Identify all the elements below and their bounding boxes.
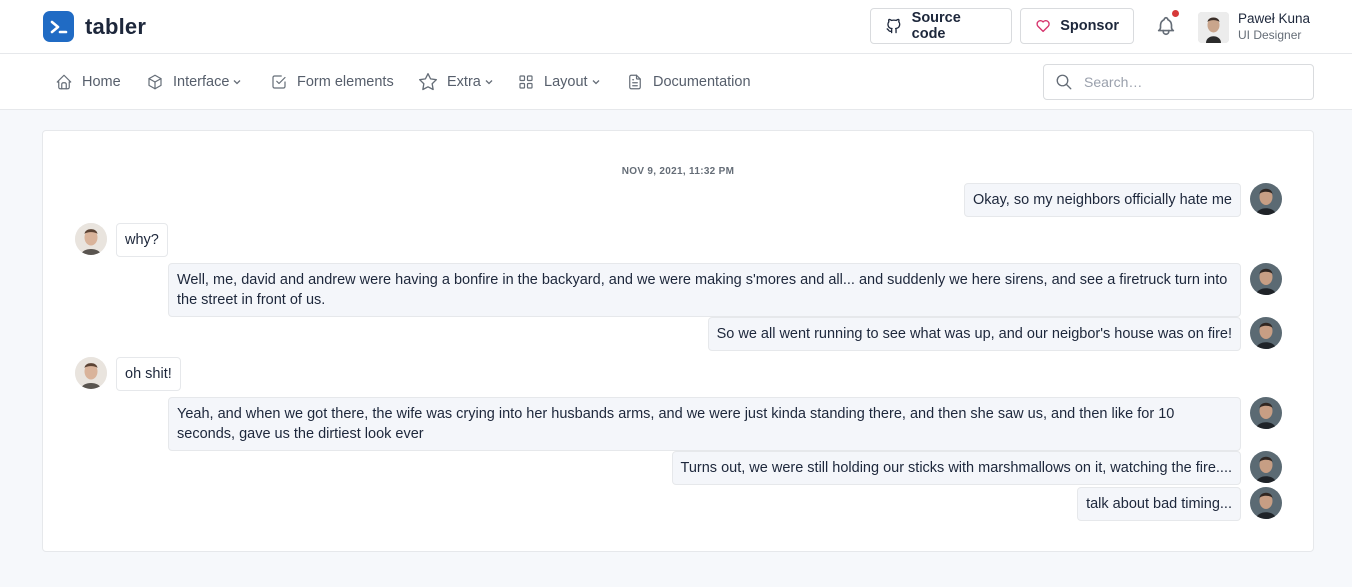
chat-card: NOV 9, 2021, 11:32 PM Okay, so my neighb… [42,130,1314,552]
nav-label: Extra [447,74,481,90]
source-code-button[interactable]: Source code [870,8,1012,44]
brand[interactable]: tabler [43,11,146,42]
top-header: tabler Source code Sponsor Paweł Kuna UI… [0,0,1352,54]
chat-message: Turns out, we were still holding our sti… [671,451,1282,485]
avatar [1250,451,1282,483]
nav-item-home[interactable]: Home [55,72,121,92]
user-role: UI Designer [1238,28,1302,42]
chevron-down-icon [485,80,493,85]
nav-label: Home [82,74,121,90]
heart-icon [1036,20,1050,33]
chat-date-divider: NOV 9, 2021, 11:32 PM [621,166,735,177]
nav-label: Interface [173,74,230,90]
search-box[interactable] [1043,64,1314,100]
message-bubble: why? [116,223,168,257]
nav-item-documentation[interactable]: Documentation [626,72,751,92]
message-bubble: Yeah, and when we got there, the wife wa… [168,397,1241,451]
nav-item-layout[interactable]: Layout [517,72,601,92]
avatar [1250,487,1282,519]
nav-label: Layout [544,74,588,90]
chat-message: why? [75,223,168,257]
nav-item-interface[interactable]: Interface [146,72,242,92]
sponsor-button[interactable]: Sponsor [1020,8,1134,44]
github-icon [886,18,901,34]
bell-icon[interactable] [1155,15,1177,37]
avatar [1198,11,1229,43]
notification-badge [1172,10,1179,17]
nav-item-extra[interactable]: Extra [418,72,494,92]
source-code-label: Source code [911,10,961,42]
message-bubble: Turns out, we were still holding our sti… [671,451,1241,485]
sponsor-label: Sponsor [1060,18,1119,34]
message-bubble: So we all went running to see what was u… [707,317,1241,351]
chat-message: Okay, so my neighbors officially hate me [964,183,1282,217]
nav-label: Form elements [297,74,394,90]
chat-message: Well, me, david and andrew were having a… [168,263,1282,317]
star-icon [419,73,437,91]
brand-name: tabler [85,13,147,39]
search-input[interactable] [1084,65,1304,99]
chat-message: So we all went running to see what was u… [707,317,1282,351]
chevron-down-icon [233,80,241,85]
file-text-icon [629,74,641,90]
main-nav: Home Interface Form elements Extra Layou… [0,54,1352,110]
home-icon [56,74,72,90]
avatar [1250,263,1282,295]
message-bubble: oh shit! [116,357,181,391]
avatar [1250,397,1282,429]
search-icon [1056,74,1072,90]
user-menu[interactable]: Paweł Kuna UI Designer [1198,11,1310,43]
avatar [75,223,107,255]
message-bubble: talk about bad timing... [1077,487,1241,521]
terminal-logo-icon [43,11,74,42]
user-name: Paweł Kuna [1238,11,1311,26]
chevron-down-icon [592,80,600,85]
message-bubble: Okay, so my neighbors officially hate me [964,183,1241,217]
nav-label: Documentation [653,74,751,90]
chat-message: talk about bad timing... [1077,487,1282,521]
message-bubble: Well, me, david and andrew were having a… [168,263,1241,317]
avatar [75,357,107,389]
package-icon [148,74,162,90]
avatar [1250,317,1282,349]
layout-grid-icon [519,75,533,89]
checkbox-icon [272,75,286,89]
chat-message: Yeah, and when we got there, the wife wa… [168,397,1282,451]
avatar [1250,183,1282,215]
nav-item-form-elements[interactable]: Form elements [270,72,394,92]
chat-message: oh shit! [75,357,181,391]
